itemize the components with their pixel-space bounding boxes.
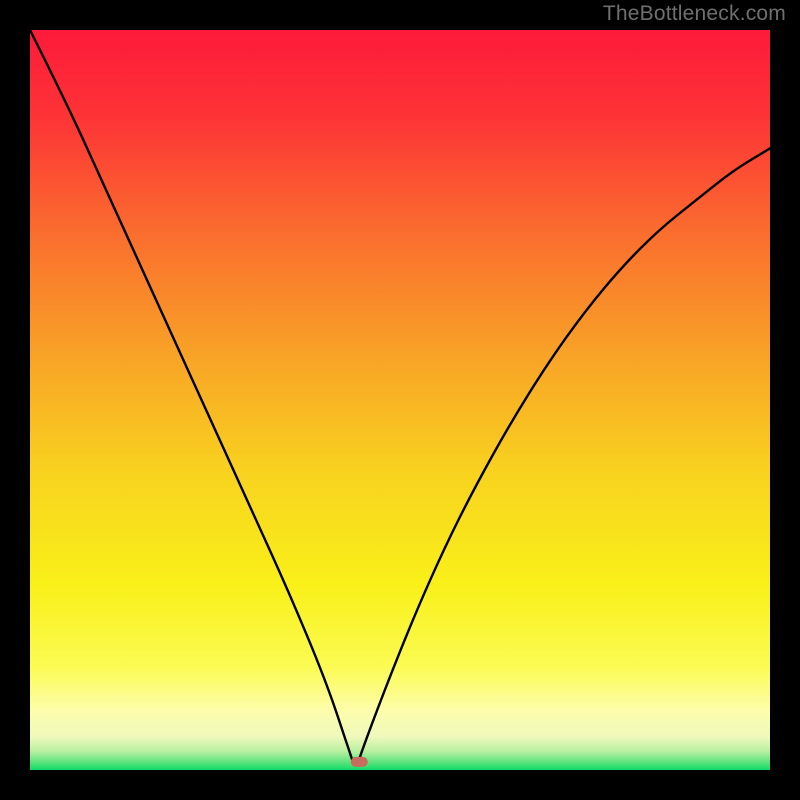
watermark-text: TheBottleneck.com [603,2,786,26]
chart-frame: TheBottleneck.com [0,0,800,800]
gradient-background [30,30,770,770]
chart-plot-area [30,30,770,770]
optimum-marker [351,757,368,767]
chart-svg [30,30,770,770]
